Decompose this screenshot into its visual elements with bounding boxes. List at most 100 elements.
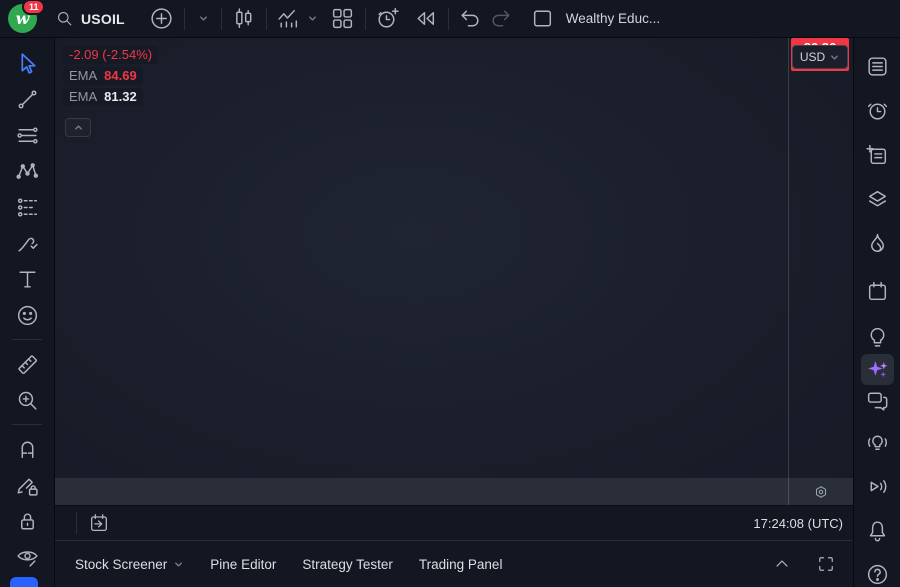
measure-tool-button[interactable]: [9, 346, 45, 382]
chart-pane[interactable]: -2.09 (-2.54%) EMA 84.69 EMA 81.32: [55, 38, 788, 478]
chart-settings-corner-button[interactable]: [788, 478, 853, 505]
streams-button[interactable]: [863, 472, 892, 501]
xabcd-pattern-tool-button[interactable]: [9, 153, 45, 189]
divider: [448, 8, 449, 30]
hotlists-button[interactable]: [863, 229, 892, 258]
chart-style-button[interactable]: [229, 4, 259, 34]
candle-style-icon: [231, 6, 256, 31]
text-tool-button[interactable]: [9, 261, 45, 297]
broker-logo[interactable]: w 11: [8, 4, 37, 33]
restore-panel-button[interactable]: [811, 549, 841, 579]
chevron-down-icon: [173, 559, 184, 570]
bell-icon: [865, 518, 890, 543]
ruler-icon: [15, 352, 40, 377]
expand-panel-button[interactable]: [767, 549, 797, 579]
tab-trading-panel[interactable]: Trading Panel: [419, 557, 503, 572]
watchlist-button[interactable]: [863, 52, 892, 81]
interval-dropdown-button[interactable]: [194, 4, 214, 34]
symbol-search[interactable]: USOIL: [55, 9, 125, 28]
horizontal-lines-tool-button[interactable]: [9, 117, 45, 153]
forecast-icon: [15, 195, 40, 220]
drawing-sync-lock-button[interactable]: [9, 467, 45, 503]
save-layout-button[interactable]: [528, 4, 558, 34]
alerts-button[interactable]: [863, 96, 892, 125]
ai-sparkles-icon: [865, 357, 890, 382]
chat-button[interactable]: [863, 386, 892, 415]
legend-collapse-button[interactable]: [65, 118, 91, 137]
notifications-button[interactable]: [863, 516, 892, 545]
bottom-range-bar: 17:24:08 (UTC): [55, 505, 853, 540]
magnet-icon: [15, 437, 40, 462]
go-to-date-button[interactable]: [84, 508, 114, 538]
ai-assistant-button[interactable]: [861, 354, 894, 385]
trend-line-icon: [15, 87, 40, 112]
zoom-in-tool-button[interactable]: [9, 382, 45, 418]
gear-icon: [812, 483, 830, 501]
indicators-button[interactable]: [274, 4, 304, 34]
bar-replay-button[interactable]: [411, 4, 441, 34]
chevron-down-icon: [829, 52, 840, 63]
forecast-tool-button[interactable]: [9, 189, 45, 225]
layout-grid-icon: [330, 6, 355, 31]
magnet-mode-button[interactable]: [9, 431, 45, 467]
divider: [184, 8, 185, 30]
chat-icon: [865, 388, 890, 413]
price-axis[interactable]: 80.36 04:35:51 USD: [788, 38, 853, 478]
ideas-button[interactable]: [863, 323, 892, 352]
candlestick-chart: [55, 38, 788, 478]
ema-fast-value: 84.69: [104, 68, 137, 83]
symbol-change-row: -2.09 (-2.54%): [63, 46, 158, 64]
ema-label: EMA: [69, 68, 97, 83]
change-value: -2.09 (-2.54%): [69, 47, 152, 62]
chart-legend: -2.09 (-2.54%) EMA 84.69 EMA 81.32: [63, 46, 158, 109]
redo-button[interactable]: [486, 4, 516, 34]
tab-pine-editor[interactable]: Pine Editor: [210, 557, 276, 572]
help-button[interactable]: [863, 560, 892, 587]
tab-strategy-tester[interactable]: Strategy Tester: [302, 557, 393, 572]
object-tree-button[interactable]: [863, 185, 892, 214]
clock-utc[interactable]: 17:24:08 (UTC): [753, 516, 843, 531]
chart-region: -2.09 (-2.54%) EMA 84.69 EMA 81.32 80.36…: [55, 38, 853, 505]
divider: [12, 339, 42, 340]
symbol-name: USOIL: [81, 11, 125, 27]
brush-tool-button[interactable]: [9, 225, 45, 261]
time-axis[interactable]: [55, 478, 788, 505]
eye-pencil-icon: [15, 545, 40, 570]
redo-icon: [488, 6, 513, 31]
emoji-tool-button[interactable]: [9, 297, 45, 333]
tab-stock-screener[interactable]: Stock Screener: [75, 557, 184, 572]
ema-slow-value: 81.32: [104, 89, 137, 104]
add-symbol-icon: [149, 6, 174, 31]
live-ideas-button[interactable]: [863, 428, 892, 457]
compare-add-symbol-button[interactable]: [147, 4, 177, 34]
create-alert-button[interactable]: [373, 4, 403, 34]
undo-button[interactable]: [456, 4, 486, 34]
watchlist-icon: [865, 54, 890, 79]
calendar-button[interactable]: [863, 277, 892, 306]
journal-button[interactable]: [863, 141, 892, 170]
layout-name-label[interactable]: Wealthy Educ...: [566, 11, 660, 26]
layout-grid-button[interactable]: [328, 4, 358, 34]
lightbulb-icon: [865, 325, 890, 350]
cursor-tool-button[interactable]: [9, 45, 45, 81]
layers-icon: [865, 187, 890, 212]
alarm-clock-icon: [865, 98, 890, 123]
currency-label: USD: [800, 50, 825, 64]
left-toolbar-expand-tab[interactable]: [10, 577, 38, 587]
indicators-dropdown-button[interactable]: [304, 4, 322, 34]
lock-all-drawings-button[interactable]: [9, 503, 45, 539]
divider: [266, 8, 267, 30]
hide-all-drawings-button[interactable]: [9, 539, 45, 575]
trend-line-tool-button[interactable]: [9, 81, 45, 117]
chevron-up-icon: [73, 122, 84, 133]
chevron-down-icon: [198, 13, 209, 24]
top-toolbar: w 11 USOIL Wealthy Educ...: [0, 0, 900, 38]
undo-icon: [458, 6, 483, 31]
ema-slow-legend-row[interactable]: EMA 81.32: [63, 88, 143, 106]
xabcd-pattern-icon: [15, 159, 40, 184]
divider: [365, 8, 366, 30]
tab-label: Stock Screener: [75, 557, 167, 572]
tab-label: Pine Editor: [210, 557, 276, 572]
currency-dropdown[interactable]: USD: [792, 45, 848, 69]
ema-fast-legend-row[interactable]: EMA 84.69: [63, 67, 143, 85]
